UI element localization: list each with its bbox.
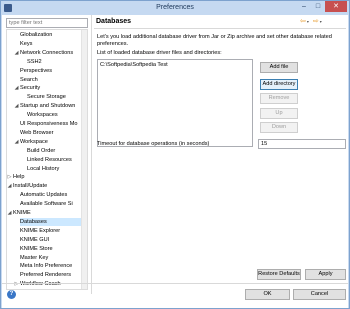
expanded-chevron-icon[interactable]: ◢ bbox=[14, 102, 19, 110]
add-file-button[interactable]: Add file bbox=[260, 62, 298, 73]
driver-list-label: List of loaded database driver files and… bbox=[97, 50, 222, 56]
down-button[interactable]: Down bbox=[260, 122, 298, 133]
chevron-down-icon[interactable]: ▾ bbox=[307, 19, 310, 24]
apply-button[interactable]: Apply bbox=[305, 269, 346, 280]
minimize-button[interactable]: – bbox=[297, 1, 311, 12]
footer-separator bbox=[2, 283, 348, 284]
tree-item[interactable]: Available Software Si bbox=[20, 200, 81, 208]
tree-item[interactable]: Meta Info Preference bbox=[20, 262, 81, 270]
chevron-down-icon[interactable]: ▾ bbox=[320, 19, 323, 24]
dialog-client: GlobalizationKeys◢Network ConnectionsSSH… bbox=[2, 15, 348, 308]
tree-item[interactable]: Build Order bbox=[27, 147, 81, 155]
timeout-label: Timeout for database operations (in seco… bbox=[97, 141, 210, 147]
close-button[interactable]: ✕ bbox=[325, 1, 347, 12]
expanded-chevron-icon[interactable]: ◢ bbox=[14, 49, 19, 57]
driver-list[interactable]: C:\Softpedia\Softpedia Test bbox=[97, 59, 253, 147]
maximize-button[interactable]: □ bbox=[311, 1, 325, 12]
panel-divider[interactable] bbox=[91, 15, 92, 294]
tree-item[interactable]: Keys bbox=[20, 40, 81, 48]
tree-item[interactable]: Search bbox=[20, 76, 81, 84]
expanded-chevron-icon[interactable]: ◢ bbox=[14, 84, 19, 92]
expanded-chevron-icon[interactable]: ◢ bbox=[7, 182, 12, 190]
tree-item[interactable]: Workflow Coach bbox=[20, 280, 81, 288]
tree-item[interactable]: UI Responsiveness Mo bbox=[20, 120, 81, 128]
tree-item[interactable]: Secure Storage bbox=[27, 93, 81, 101]
tree-item[interactable]: Linked Resources bbox=[27, 156, 81, 164]
tree-item[interactable]: Preferred Renderers bbox=[20, 271, 81, 279]
tree-item[interactable]: Workspace bbox=[20, 138, 81, 146]
restore-defaults-button[interactable]: Restore Defaults bbox=[257, 269, 301, 280]
tree-item[interactable]: Startup and Shutdown bbox=[20, 102, 81, 110]
collapsed-chevron-icon[interactable]: ▷ bbox=[7, 173, 12, 181]
page-description: Let's you load additional database drive… bbox=[97, 34, 332, 47]
tree-item[interactable]: Master Key bbox=[20, 254, 81, 262]
title-bar: Preferences – □ ✕ bbox=[1, 1, 349, 15]
add-directory-button[interactable]: Add directory bbox=[260, 79, 298, 90]
tree-item[interactable]: Install/Update bbox=[13, 182, 81, 190]
collapsed-chevron-icon[interactable]: ▷ bbox=[14, 280, 19, 288]
tree-scrollbar[interactable] bbox=[81, 30, 87, 289]
tree-item[interactable]: Globalization bbox=[20, 31, 81, 39]
tree-item[interactable]: KNIME bbox=[13, 209, 81, 217]
tree-item[interactable]: Automatic Updates bbox=[20, 191, 81, 199]
tree-item[interactable]: SSH2 bbox=[27, 58, 81, 66]
ok-button[interactable]: OK bbox=[245, 289, 290, 300]
tree-item[interactable]: Local History bbox=[27, 165, 81, 173]
remove-button[interactable]: Remove bbox=[260, 93, 298, 104]
header-separator bbox=[94, 28, 346, 29]
tree-item[interactable]: Databases bbox=[20, 217, 81, 226]
up-button[interactable]: Up bbox=[260, 108, 298, 119]
tree-item[interactable]: Help bbox=[13, 173, 81, 181]
expanded-chevron-icon[interactable]: ◢ bbox=[14, 138, 19, 146]
expanded-chevron-icon[interactable]: ◢ bbox=[7, 209, 12, 217]
tree-item[interactable]: KNIME Explorer bbox=[20, 227, 81, 235]
tree-item[interactable]: Network Connections bbox=[20, 49, 81, 57]
tree-item[interactable]: Security bbox=[20, 84, 81, 92]
cancel-button[interactable]: Cancel bbox=[293, 289, 346, 300]
filter-input[interactable] bbox=[6, 18, 88, 28]
back-arrow-icon[interactable]: ⇦ bbox=[300, 18, 307, 25]
preference-tree[interactable]: Globalization Keys ◢ Network Connections SSH… bbox=[6, 29, 88, 290]
tree-item[interactable]: KNIME GUI bbox=[20, 236, 81, 244]
forward-arrow-icon[interactable]: ⇨ bbox=[313, 18, 320, 25]
page-title: Databases bbox=[96, 18, 132, 25]
preferences-window: Preferences – □ ✕ GlobalizationKeys◢Netw… bbox=[0, 0, 350, 309]
help-icon[interactable]: ? bbox=[7, 290, 16, 299]
tree-item[interactable]: Web Browser bbox=[20, 129, 81, 137]
timeout-input[interactable]: 15 bbox=[258, 139, 346, 149]
tree-item[interactable]: Perspectives bbox=[20, 67, 81, 75]
list-item[interactable]: C:\Softpedia\Softpedia Test bbox=[100, 62, 168, 68]
tree-item[interactable]: Workspaces bbox=[27, 111, 81, 119]
tree-item[interactable]: KNIME Store bbox=[20, 245, 81, 253]
history-nav: ⇦▾ ⇨▾ bbox=[300, 17, 323, 25]
